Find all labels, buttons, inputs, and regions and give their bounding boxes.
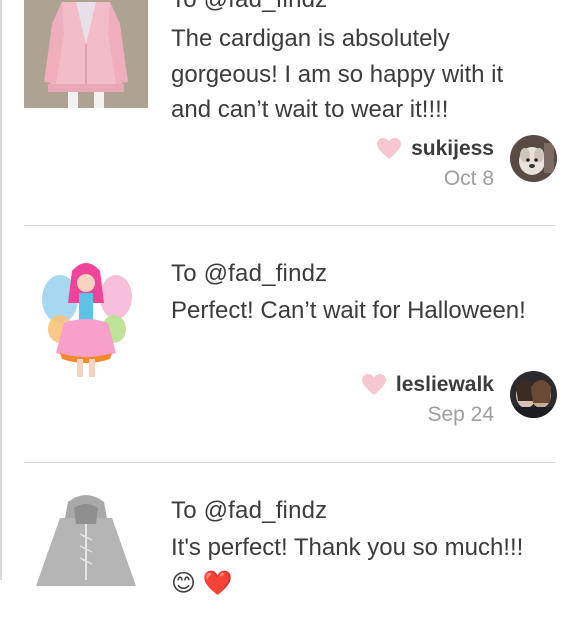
dog-avatar — [510, 135, 557, 182]
heart-icon[interactable] — [361, 374, 386, 396]
gray-hoodie-photo — [24, 494, 148, 618]
recipient-label: To @fad_findz — [171, 260, 328, 287]
reviewer-row: lesliewalk — [361, 373, 494, 397]
pink-cardigan-photo — [24, 0, 148, 108]
reviewer-avatar[interactable] — [510, 371, 557, 418]
divider — [24, 462, 556, 463]
reviewer-avatar[interactable] — [510, 135, 557, 182]
review-message: The cardigan is absolutely gorgeous! I a… — [171, 25, 504, 123]
reviewer-username[interactable]: lesliewalk — [396, 373, 494, 397]
couple-avatar — [510, 371, 557, 418]
heart-icon[interactable] — [377, 138, 402, 160]
reviewer-row: sukijess — [377, 137, 494, 161]
recipient-label: To @fad_findz — [171, 497, 328, 524]
reviewer-username[interactable]: sukijess — [411, 137, 494, 161]
listing-thumbnail[interactable] — [24, 257, 148, 381]
listing-thumbnail[interactable] — [24, 0, 148, 108]
review-date: Sep 24 — [427, 403, 494, 426]
divider — [24, 225, 556, 226]
left-border — [0, 0, 2, 580]
recipient-label: To @fad_findz — [171, 0, 327, 14]
review-date: Oct 8 — [443, 167, 494, 190]
review-message: It's perfect! Thank you so much!!! 😊 ❤️ — [171, 534, 524, 597]
listing-thumbnail[interactable] — [24, 494, 148, 618]
review-message: Perfect! Can’t wait for Halloween! — [171, 297, 526, 324]
fairy-costume-photo — [24, 257, 148, 381]
